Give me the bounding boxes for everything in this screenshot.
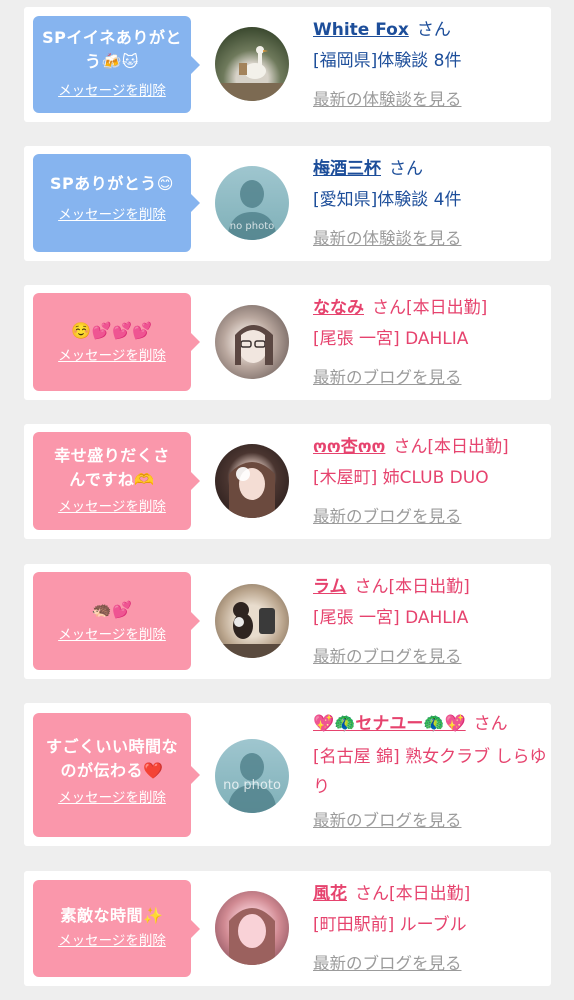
- honorific: さん: [416, 20, 451, 40]
- area-line: [愛知県]体験談 4件: [313, 190, 462, 210]
- message-text: 幸せ盛りだくさんですね🫶: [54, 446, 170, 489]
- area-line: [尾張 一宮] DAHLIA: [313, 329, 469, 349]
- swan-figure-icon: [215, 46, 289, 101]
- message-text: 🦔💕: [91, 600, 133, 619]
- portrait-icon: [235, 325, 273, 365]
- message-text: SPイイネありがとう🍻🐱: [42, 28, 182, 71]
- latest-link[interactable]: 最新のブログを見る: [313, 951, 547, 977]
- status-badge: [本日出勤]: [388, 577, 470, 597]
- message-bubble: ☺️💕💕💕 メッセージを削除: [33, 293, 200, 391]
- latest-link[interactable]: 最新の体験談を見る: [313, 87, 547, 113]
- user-name-link[interactable]: 風花: [313, 884, 347, 904]
- area-line: [福岡県]体験談 8件: [313, 51, 462, 71]
- honorific: さん: [355, 884, 389, 904]
- user-info: ななみ さん[本日出勤] [尾張 一宮] DAHLIA 最新のブログを見る: [313, 295, 547, 391]
- user-info: 💖🦚セナユー🦚💖 さん [名古屋 錦] 熟女クラブ しらゆり 最新のブログを見る: [313, 711, 547, 834]
- user-name-link[interactable]: ラム: [313, 577, 347, 597]
- latest-link[interactable]: 最新のブログを見る: [313, 808, 547, 834]
- person-silhouette-icon: [227, 753, 277, 813]
- user-name-link[interactable]: ななみ: [313, 298, 364, 318]
- latest-link[interactable]: 最新のブログを見る: [313, 365, 547, 391]
- user-info: ოო杏ოო さん[本日出勤] [木屋町] 姉CLUB DUO 最新のブログを見る: [313, 434, 547, 530]
- user-info: 梅酒三杯 さん [愛知県]体験談 4件 最新の体験談を見る: [313, 156, 547, 252]
- delete-message-link[interactable]: メッセージを削除: [39, 932, 185, 950]
- message-card: 幸せ盛りだくさんですね🫶 メッセージを削除 ოო杏ოო さん[本日出勤] [木屋町…: [24, 424, 551, 539]
- status-badge: [本日出勤]: [389, 884, 471, 904]
- honorific: さん: [473, 714, 508, 734]
- avatar[interactable]: [215, 584, 289, 658]
- message-bubble: 🦔💕 メッセージを削除: [33, 572, 200, 670]
- delete-message-link[interactable]: メッセージを削除: [39, 498, 185, 516]
- message-bubble: 素敵な時間✨ メッセージを削除: [33, 880, 200, 977]
- user-info: White Fox さん [福岡県]体験談 8件 最新の体験談を見る: [313, 17, 547, 113]
- message-bubble: SPありがとう😊 メッセージを削除: [33, 154, 200, 252]
- delete-message-link[interactable]: メッセージを削除: [39, 82, 185, 100]
- honorific: さん: [393, 437, 428, 457]
- message-card: SPイイネありがとう🍻🐱 メッセージを削除 White Fox さん [福岡県]体…: [24, 7, 551, 122]
- no-photo-label: no photo: [223, 778, 281, 793]
- area-line: [名古屋 錦] 熟女クラブ しらゆり: [313, 747, 547, 797]
- status-badge: [本日出勤]: [427, 437, 509, 457]
- delete-message-link[interactable]: メッセージを削除: [39, 347, 185, 365]
- user-name-link[interactable]: 💖🦚セナユー🦚💖: [313, 714, 466, 734]
- delete-message-link[interactable]: メッセージを削除: [39, 626, 185, 644]
- latest-link[interactable]: 最新のブログを見る: [313, 644, 547, 670]
- message-card: 素敵な時間✨ メッセージを削除 風花 さん[本日出勤] [町田駅前] ルーブル 最…: [24, 871, 551, 986]
- message-card: ☺️💕💕💕 メッセージを削除 ななみ さん[本日出勤] [尾張 一宮] DAHLI…: [24, 285, 551, 400]
- avatar[interactable]: no photo: [215, 739, 289, 813]
- honorific: さん: [354, 577, 389, 597]
- honorific: さん: [372, 298, 406, 318]
- latest-link[interactable]: 最新のブログを見る: [313, 504, 547, 530]
- portrait-icon: [215, 891, 289, 965]
- avatar[interactable]: [215, 891, 289, 965]
- area-line: [木屋町] 姉CLUB DUO: [313, 468, 489, 488]
- user-name-link[interactable]: 梅酒三杯: [313, 159, 381, 179]
- no-photo-label: no photo: [229, 221, 275, 232]
- message-bubble: 幸せ盛りだくさんですね🫶 メッセージを削除: [33, 432, 200, 530]
- honorific: さん: [389, 159, 423, 179]
- area-line: [町田駅前] ルーブル: [313, 915, 467, 935]
- portrait-icon: [215, 602, 289, 658]
- message-card: 🦔💕 メッセージを削除 ラム さん[本日出勤] [尾張 一宮] DAHLIA 最新…: [24, 564, 551, 679]
- user-name-link[interactable]: White Fox: [313, 20, 409, 40]
- message-bubble: SPイイネありがとう🍻🐱 メッセージを削除: [33, 16, 200, 113]
- message-card: すごくいい時間なのが伝わる❤️ メッセージを削除 no photo 💖🦚セナユー…: [24, 703, 551, 846]
- message-card: SPありがとう😊 メッセージを削除 no photo 梅酒三杯 さん [愛知県]体…: [24, 146, 551, 261]
- delete-message-link[interactable]: メッセージを削除: [39, 206, 185, 224]
- user-name-link[interactable]: ოო杏ოო: [313, 437, 385, 457]
- user-info: ラム さん[本日出勤] [尾張 一宮] DAHLIA 最新のブログを見る: [313, 574, 547, 670]
- message-text: 素敵な時間✨: [60, 906, 164, 925]
- avatar[interactable]: [215, 305, 289, 379]
- message-text: ☺️💕💕💕: [71, 321, 153, 340]
- avatar[interactable]: no photo: [215, 166, 289, 240]
- user-info: 風花 さん[本日出勤] [町田駅前] ルーブル 最新のブログを見る: [313, 881, 547, 977]
- delete-message-link[interactable]: メッセージを削除: [39, 789, 185, 807]
- message-list: SPイイネありがとう🍻🐱 メッセージを削除 White Fox さん [福岡県]体…: [0, 0, 574, 1000]
- message-text: すごくいい時間なのが伝わる❤️: [45, 737, 178, 780]
- status-badge: [本日出勤]: [406, 298, 488, 318]
- avatar[interactable]: [215, 444, 289, 518]
- portrait-icon: [229, 462, 275, 518]
- message-text: SPありがとう😊: [50, 174, 174, 193]
- area-line: [尾張 一宮] DAHLIA: [313, 608, 469, 628]
- message-bubble: すごくいい時間なのが伝わる❤️ メッセージを削除: [33, 713, 200, 837]
- latest-link[interactable]: 最新の体験談を見る: [313, 226, 547, 252]
- avatar[interactable]: [215, 27, 289, 101]
